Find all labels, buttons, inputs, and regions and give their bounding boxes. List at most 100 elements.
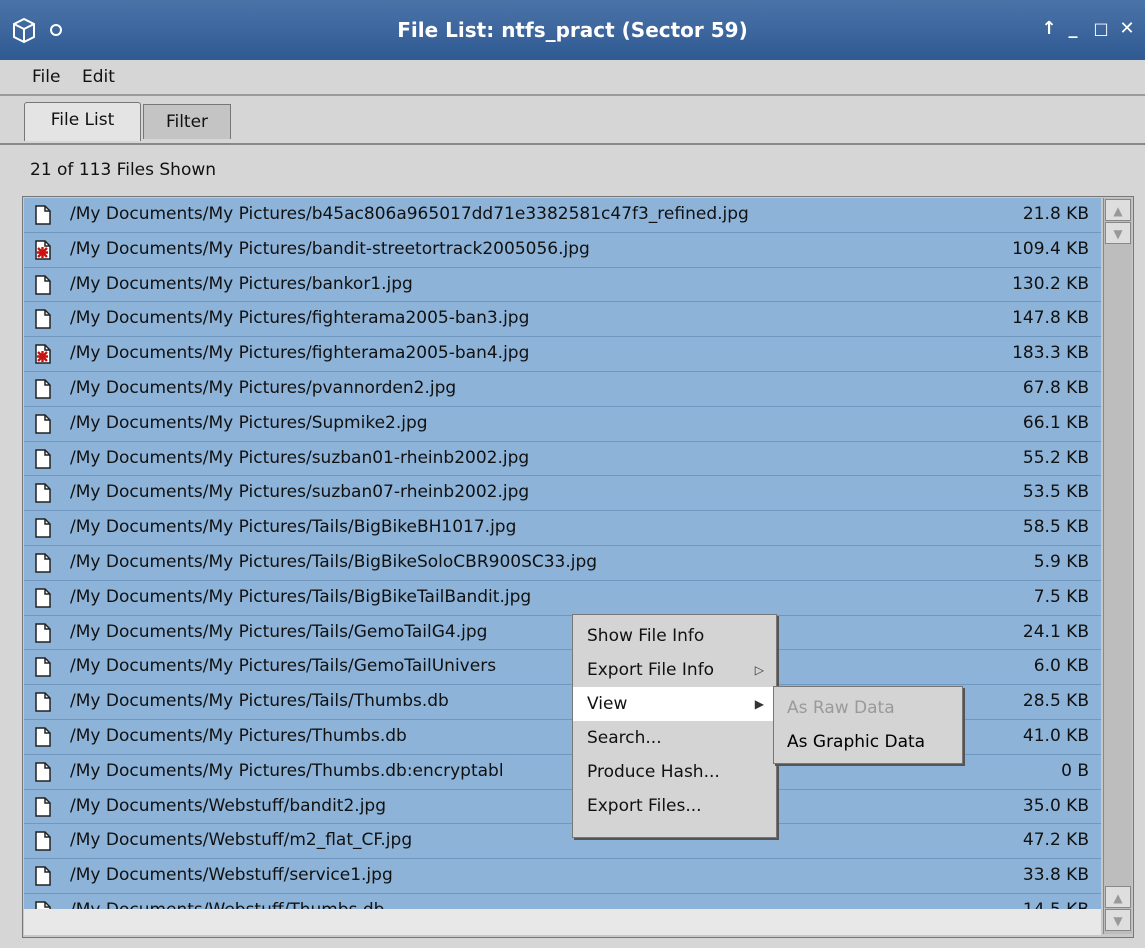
file-size: 35.0 KB bbox=[1022, 795, 1089, 816]
file-size: 183.3 KB bbox=[1012, 343, 1089, 364]
menu-item-export-file-info[interactable]: Export File Info ▷ bbox=[573, 653, 776, 687]
file-path: /My Documents/My Pictures/bandit-streeto… bbox=[70, 238, 590, 259]
table-row[interactable]: /My Documents/My Pictures/Tails/GemoTail… bbox=[24, 650, 1101, 686]
menu-item-export-files[interactable]: Export Files... bbox=[573, 789, 776, 823]
file-icon bbox=[33, 726, 53, 748]
table-row[interactable]: /My Documents/My Pictures/suzban07-rhein… bbox=[24, 476, 1101, 512]
menu-bar: File Edit bbox=[0, 60, 1145, 96]
file-path: /My Documents/My Pictures/Tails/Thumbs.d… bbox=[70, 691, 449, 712]
file-path: /My Documents/My Pictures/Tails/BigBikeB… bbox=[70, 517, 517, 538]
file-size: 5.9 KB bbox=[1033, 551, 1089, 572]
file-icon bbox=[33, 830, 53, 852]
empty-row bbox=[24, 909, 1101, 935]
file-icon bbox=[33, 865, 53, 887]
file-path: /My Documents/My Pictures/Tails/BigBikeT… bbox=[70, 586, 532, 607]
file-path: /My Documents/My Pictures/pvannorden2.jp… bbox=[70, 377, 457, 398]
file-path: /My Documents/My Pictures/Tails/GemoTail… bbox=[70, 656, 497, 677]
file-icon bbox=[33, 517, 53, 539]
file-path: /My Documents/Webstuff/m2_flat_CF.jpg bbox=[70, 830, 413, 851]
tab-file-list[interactable]: File List bbox=[24, 102, 141, 141]
submenu-item-as-raw-data[interactable]: As Raw Data bbox=[774, 691, 962, 725]
minimize-button[interactable]: _ bbox=[1062, 16, 1084, 42]
menu-edit[interactable]: Edit bbox=[82, 60, 115, 94]
table-row[interactable]: /My Documents/My Pictures/b45ac806a96501… bbox=[24, 198, 1101, 233]
vertical-scrollbar[interactable]: ▲ ▼ ▲ ▼ bbox=[1103, 198, 1132, 934]
file-path: /My Documents/My Pictures/Thumbs.db:encr… bbox=[70, 760, 504, 781]
deleted-file-icon bbox=[33, 239, 53, 261]
file-icon bbox=[33, 378, 53, 400]
file-size: 6.0 KB bbox=[1033, 656, 1089, 677]
file-size: 21.8 KB bbox=[1022, 204, 1089, 224]
menu-item-search[interactable]: Search... bbox=[573, 721, 776, 755]
table-row[interactable]: /My Documents/My Pictures/Tails/BigBikeB… bbox=[24, 511, 1101, 546]
file-icon bbox=[33, 587, 53, 609]
file-path: /My Documents/Webstuff/bandit2.jpg bbox=[70, 795, 387, 816]
scroll-down-arrow-icon[interactable]: ▼ bbox=[1105, 909, 1131, 931]
file-icon bbox=[33, 448, 53, 470]
scroll-up-arrow-icon[interactable]: ▲ bbox=[1105, 886, 1131, 908]
table-row[interactable]: /My Documents/Webstuff/m2_flat_CF.jpg 47.… bbox=[24, 824, 1101, 860]
file-icon bbox=[33, 274, 53, 296]
file-path: /My Documents/My Pictures/bankor1.jpg bbox=[70, 273, 413, 294]
file-size: 109.4 KB bbox=[1012, 238, 1089, 259]
table-row[interactable]: /My Documents/Webstuff/service1.jpg 33.8 … bbox=[24, 859, 1101, 894]
file-path: /My Documents/My Pictures/suzban01-rhein… bbox=[70, 447, 530, 468]
file-path: /My Documents/My Pictures/fighterama2005… bbox=[70, 308, 530, 329]
file-icon bbox=[33, 308, 53, 330]
file-size: 66.1 KB bbox=[1022, 412, 1089, 433]
submenu-arrow-icon: ▷ bbox=[754, 663, 764, 677]
file-size: 67.8 KB bbox=[1022, 377, 1089, 398]
file-icon bbox=[33, 656, 53, 678]
file-list: /My Documents/My Pictures/b45ac806a96501… bbox=[24, 198, 1101, 929]
submenu-item-as-graphic-data[interactable]: As Graphic Data bbox=[774, 725, 962, 759]
view-submenu: As Raw Data As Graphic Data bbox=[773, 686, 963, 764]
table-row[interactable]: /My Documents/My Pictures/suzban01-rhein… bbox=[24, 441, 1101, 477]
table-row[interactable]: /My Documents/My Pictures/Tails/BigBikeT… bbox=[24, 580, 1101, 616]
table-row[interactable]: /My Documents/My Pictures/Supmike2.jpg 66… bbox=[24, 406, 1101, 442]
table-row[interactable]: /My Documents/My Pictures/Tails/BigBikeS… bbox=[24, 545, 1101, 581]
table-row[interactable]: /My Documents/My Pictures/fighterama2005… bbox=[24, 337, 1101, 372]
file-size: 33.8 KB bbox=[1022, 865, 1089, 886]
scroll-up-arrow-icon[interactable]: ▲ bbox=[1105, 199, 1131, 221]
menu-item-show-file-info[interactable]: Show File Info bbox=[573, 619, 776, 653]
title-bar[interactable]: File List: ntfs_pract (Sector 59) ↑ _ □ … bbox=[0, 0, 1145, 60]
tab-divider bbox=[0, 143, 1145, 145]
file-icon bbox=[33, 413, 53, 435]
tab-filter[interactable]: Filter bbox=[143, 104, 231, 139]
file-path: /My Documents/Webstuff/service1.jpg bbox=[70, 865, 393, 886]
menu-file[interactable]: File bbox=[32, 60, 60, 94]
file-path: /My Documents/My Pictures/fighterama2005… bbox=[70, 343, 530, 364]
file-icon bbox=[33, 482, 53, 504]
menu-item-produce-hash[interactable]: Produce Hash... bbox=[573, 755, 776, 789]
file-size: 147.8 KB bbox=[1012, 308, 1089, 329]
context-menu: Show File Info Export File Info ▷ View ▶ S… bbox=[572, 614, 777, 838]
table-row[interactable]: /My Documents/My Pictures/pvannorden2.jp… bbox=[24, 371, 1101, 407]
file-path: /My Documents/My Pictures/Tails/GemoTail… bbox=[70, 621, 488, 642]
file-path: /My Documents/My Pictures/b45ac806a96501… bbox=[70, 204, 749, 224]
file-path: /My Documents/My Pictures/Tails/BigBikeS… bbox=[70, 551, 598, 572]
file-size: 47.2 KB bbox=[1022, 830, 1089, 851]
file-icon bbox=[33, 204, 53, 226]
table-row[interactable]: /My Documents/Webstuff/bandit2.jpg 35.0 K… bbox=[24, 789, 1101, 825]
file-icon bbox=[33, 552, 53, 574]
file-size: 58.5 KB bbox=[1022, 517, 1089, 538]
file-list-window: File List: ntfs_pract (Sector 59) ↑ _ □ … bbox=[0, 0, 1145, 948]
table-row[interactable]: /My Documents/My Pictures/Tails/GemoTail… bbox=[24, 615, 1101, 651]
table-row[interactable]: /My Documents/My Pictures/bankor1.jpg 130… bbox=[24, 267, 1101, 303]
file-size: 28.5 KB bbox=[1022, 691, 1089, 712]
table-row[interactable]: /My Documents/My Pictures/bandit-streeto… bbox=[24, 232, 1101, 268]
files-shown-status: 21 of 113 Files Shown bbox=[30, 160, 217, 180]
close-button[interactable]: ✕ bbox=[1116, 16, 1138, 42]
submenu-arrow-icon: ▶ bbox=[754, 697, 764, 711]
file-icon bbox=[33, 622, 53, 644]
scroll-down-arrow-icon[interactable]: ▼ bbox=[1105, 222, 1131, 244]
maximize-button[interactable]: □ bbox=[1090, 16, 1112, 42]
file-size: 53.5 KB bbox=[1022, 482, 1089, 503]
menu-item-view[interactable]: View ▶ bbox=[573, 687, 776, 721]
window-title: File List: ntfs_pract (Sector 59) bbox=[397, 18, 748, 42]
table-row[interactable]: /My Documents/My Pictures/fighterama2005… bbox=[24, 302, 1101, 338]
file-icon bbox=[33, 796, 53, 818]
up-arrow-button[interactable]: ↑ bbox=[1038, 16, 1060, 42]
file-path: /My Documents/My Pictures/Thumbs.db bbox=[70, 725, 407, 746]
file-icon bbox=[33, 691, 53, 713]
